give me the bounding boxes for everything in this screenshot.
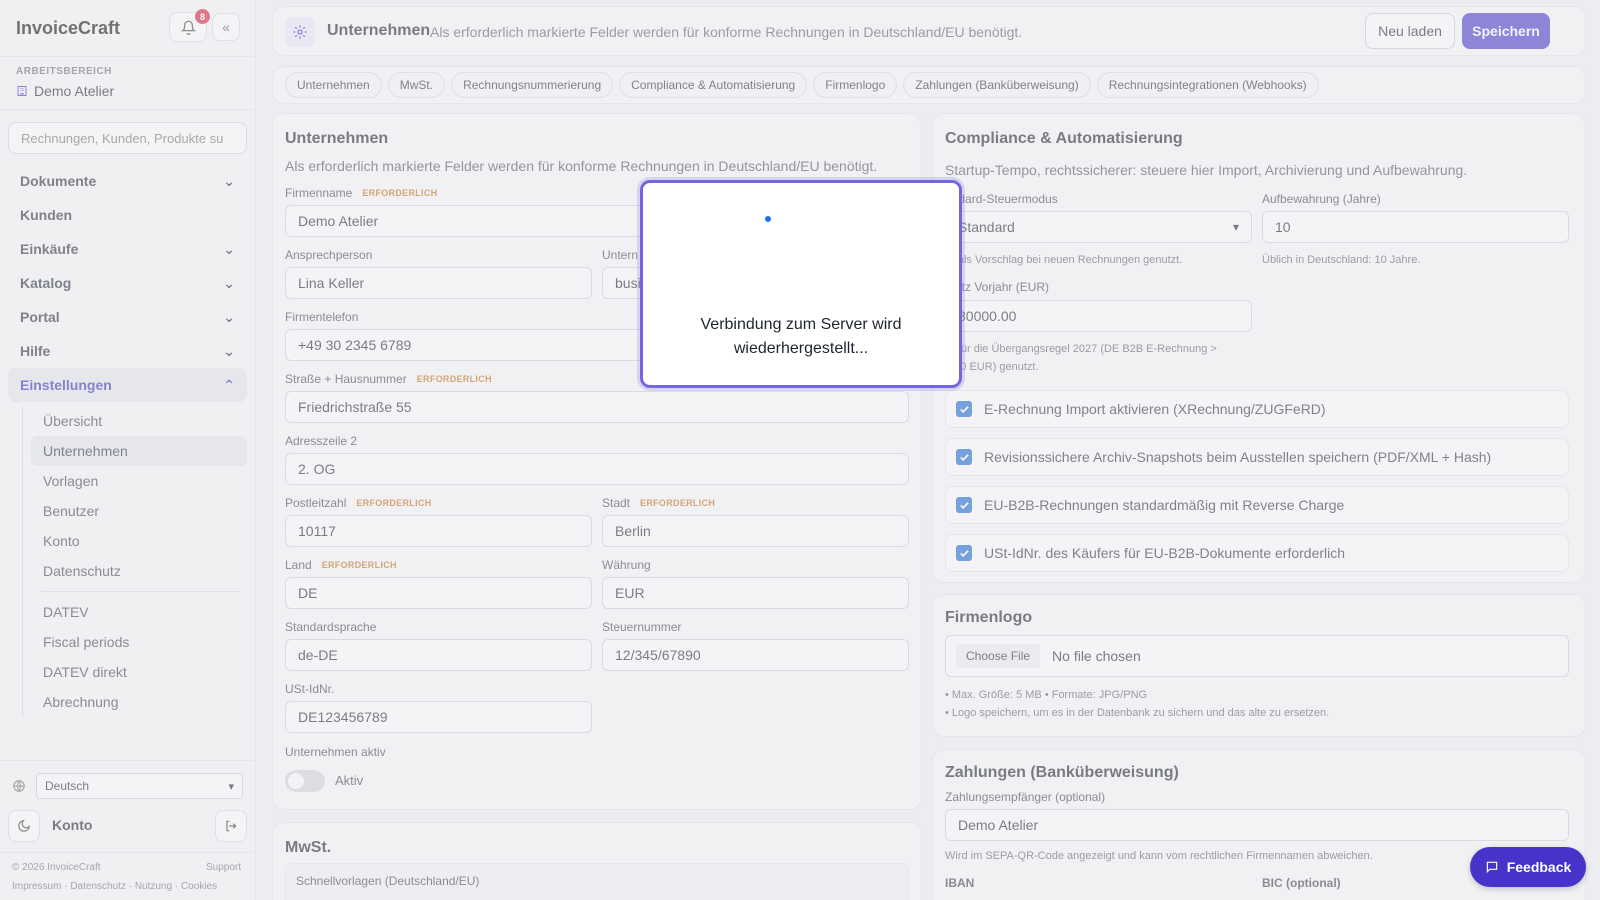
reconnect-dialog: Verbindung zum Server wird wiederhergest…	[640, 180, 962, 388]
modal-backdrop	[0, 0, 1600, 900]
chat-icon	[1486, 861, 1497, 874]
loading-spinner-icon	[765, 216, 771, 222]
feedback-label: Feedback	[1506, 859, 1572, 875]
reconnect-message: Verbindung zum Server wird wiederhergest…	[700, 316, 902, 357]
feedback-button[interactable]: Feedback	[1470, 847, 1586, 887]
